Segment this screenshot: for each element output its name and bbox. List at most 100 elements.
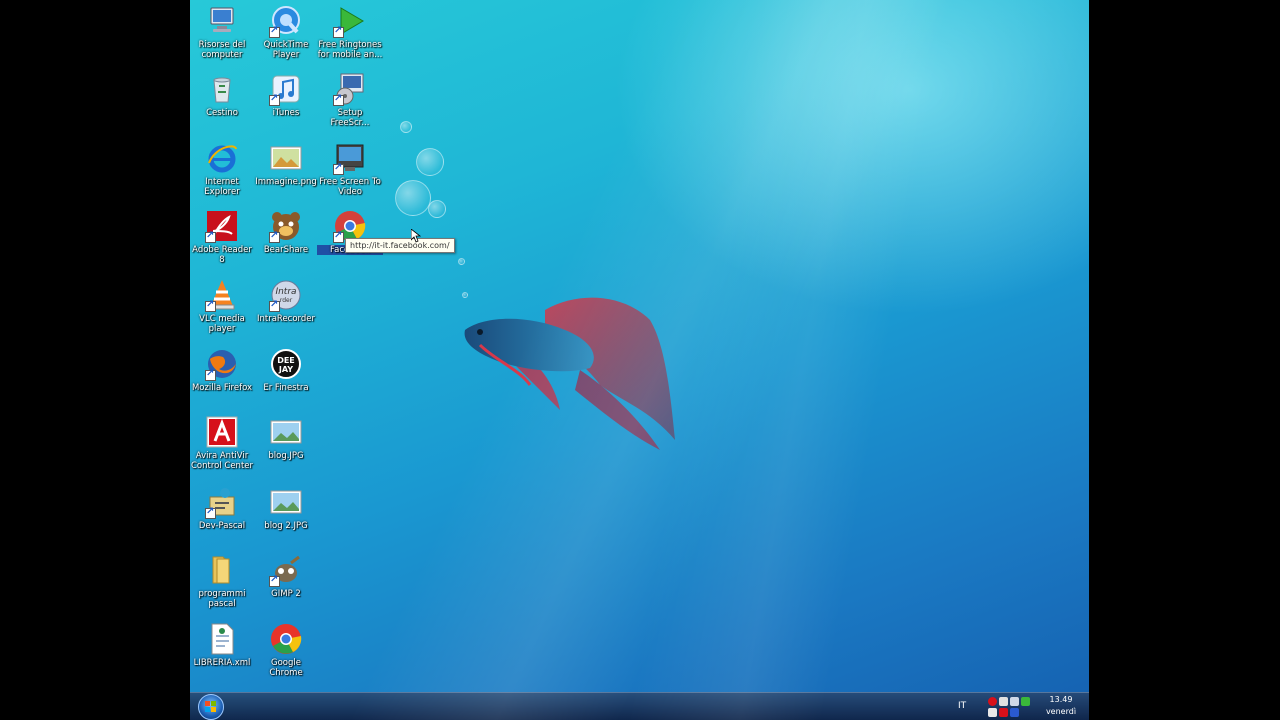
desktop-icon-bearshare[interactable]: BearShare — [253, 209, 319, 255]
computer-icon — [205, 4, 239, 38]
desktop-icon-vlc[interactable]: VLC media player — [190, 278, 255, 334]
desktop-icon-google-chrome[interactable]: Google Chrome — [253, 622, 319, 678]
desktop-icon-recycle-bin[interactable]: Cestino — [190, 72, 255, 118]
desktop-icon-label: VLC media player — [199, 314, 245, 334]
desktop-icon-itunes[interactable]: iTunes — [253, 72, 319, 118]
clock-time[interactable]: 13.49 — [1041, 695, 1081, 704]
jpg-file-icon — [269, 485, 303, 519]
desktop-icon-label: BearShare — [263, 245, 309, 255]
desktop-icon-internet-explorer[interactable]: Internet Explorer — [190, 141, 255, 197]
itunes-icon — [269, 72, 303, 106]
svg-text:Intra: Intra — [275, 287, 296, 297]
desktop-icon-quicktime[interactable]: QuickTime Player — [253, 4, 319, 60]
desktop-icon-label: GIMP 2 — [271, 589, 301, 599]
shortcut-arrow-icon — [269, 93, 280, 106]
desktop-icon-label: blog.JPG — [268, 451, 304, 461]
desktop-icon-setup-freescr[interactable]: Setup FreeScr... — [317, 72, 383, 128]
desktop-icon-label: Immagine.png — [255, 177, 317, 187]
desktop-icon-free-screen-to-video[interactable]: Free Screen To Video — [317, 141, 383, 197]
svg-text:JAY: JAY — [278, 365, 293, 374]
desktop-icon-label: Dev-Pascal — [198, 521, 246, 531]
bubble — [416, 148, 444, 176]
screen-to-video-icon — [333, 141, 367, 175]
network-tray-icon[interactable] — [999, 697, 1008, 706]
url-tooltip: http://it-it.facebook.com/ — [345, 238, 455, 253]
shortcut-arrow-icon — [333, 162, 344, 175]
jpg-file-icon — [269, 415, 303, 449]
deejay-icon: DEE JAY — [269, 347, 303, 381]
intrarecorder-icon: Intra rder — [269, 278, 303, 312]
desktop-icon-label: Er Finestra — [263, 383, 309, 393]
betta-fish-wallpaper — [464, 297, 675, 450]
desktop[interactable]: Risorse del computer Cestino Internet Ex… — [190, 0, 1089, 720]
bubble — [428, 200, 446, 218]
shortcut-arrow-icon — [269, 574, 280, 587]
desktop-icon-label: Adobe Reader 8 — [192, 245, 252, 265]
desktop-icon-libreria-xml[interactable]: LIBRERIA.xml — [190, 622, 255, 668]
firefox-icon — [205, 347, 239, 381]
shortcut-arrow-icon — [269, 299, 280, 312]
desktop-icon-dev-pascal[interactable]: Dev-Pascal — [190, 485, 255, 531]
desktop-icon-label: Risorse del computer — [198, 40, 246, 60]
desktop-icon-label: Internet Explorer — [204, 177, 240, 197]
vlc-icon — [205, 278, 239, 312]
chrome-icon — [269, 622, 303, 656]
desktop-icon-blog-2-jpg[interactable]: blog 2.JPG — [253, 485, 319, 531]
desktop-icon-label: Cestino — [206, 108, 238, 118]
desktop-icon-label: Google Chrome — [269, 658, 303, 678]
desktop-icon-intrarecorder[interactable]: Intrarder IntraRecorder — [253, 278, 319, 324]
desktop-icon-label: QuickTime Player — [263, 40, 309, 60]
svg-text:DEE: DEE — [277, 356, 295, 365]
mouse-cursor-icon — [411, 229, 421, 243]
security-tray-icon[interactable] — [988, 708, 997, 717]
svg-text:rder: rder — [280, 297, 293, 304]
desktop-icon-free-ringtones[interactable]: Free Ringtones for mobile an... — [317, 4, 383, 60]
shortcut-arrow-icon — [205, 230, 216, 243]
shortcut-arrow-icon — [205, 299, 216, 312]
desktop-icon-label: blog 2.JPG — [264, 521, 308, 531]
desktop-icon-label: Avira AntiVir Control Center — [190, 451, 254, 471]
avira-tray-icon[interactable] — [988, 697, 997, 706]
gimp-icon — [269, 553, 303, 587]
taskbar: IT 13.49 venerdì — [190, 692, 1089, 720]
windows-logo-icon — [205, 701, 216, 712]
recorder-tray-icon[interactable] — [999, 708, 1008, 717]
shortcut-arrow-icon — [269, 25, 280, 38]
desktop-icon-firefox[interactable]: Mozilla Firefox — [190, 347, 255, 393]
desktop-icon-label: Free Screen To Video — [319, 177, 381, 197]
shortcut-arrow-icon — [333, 93, 344, 106]
internet-explorer-icon — [205, 141, 239, 175]
shortcut-arrow-icon — [269, 230, 280, 243]
folder-icon — [205, 553, 239, 587]
shortcut-arrow-icon — [205, 506, 216, 519]
volume-tray-icon[interactable] — [1010, 697, 1019, 706]
desktop-icon-er-finestra[interactable]: DEE JAY Er Finestra — [253, 347, 319, 393]
shortcut-arrow-icon — [333, 230, 344, 243]
desktop-icon-label: Free Ringtones for mobile an... — [317, 40, 383, 60]
bubble — [400, 121, 412, 133]
desktop-icon-label: iTunes — [272, 108, 300, 118]
desktop-icon-label: LIBRERIA.xml — [193, 658, 251, 668]
ringtones-icon — [333, 4, 367, 38]
desktop-icon-adobe-reader[interactable]: Adobe Reader 8 — [190, 209, 255, 265]
desktop-icon-blog-jpg[interactable]: blog.JPG — [253, 415, 319, 461]
dev-pascal-icon — [205, 485, 239, 519]
desktop-icon-label: programmi pascal — [198, 589, 246, 609]
bubble — [395, 180, 431, 216]
desktop-icon-label: Mozilla Firefox — [191, 383, 253, 393]
recycle-bin-icon — [205, 72, 239, 106]
desktop-icon-avira[interactable]: Avira AntiVir Control Center — [190, 415, 255, 471]
shortcut-arrow-icon — [333, 25, 344, 38]
system-tray — [988, 696, 1038, 718]
desktop-icon-gimp[interactable]: GIMP 2 — [253, 553, 319, 599]
language-indicator[interactable]: IT — [958, 701, 966, 711]
avira-icon — [205, 415, 239, 449]
clock-day[interactable]: venerdì — [1041, 707, 1081, 716]
desktop-icon-computer[interactable]: Risorse del computer — [190, 4, 255, 60]
desktop-icon-programmi-pascal[interactable]: programmi pascal — [190, 553, 255, 609]
desktop-icon-immagine[interactable]: Immagine.png — [253, 141, 319, 187]
media-tray-icon[interactable] — [1010, 708, 1019, 717]
connection-tray-icon[interactable] — [1021, 697, 1030, 706]
start-button[interactable] — [198, 694, 224, 720]
image-file-icon — [269, 141, 303, 175]
